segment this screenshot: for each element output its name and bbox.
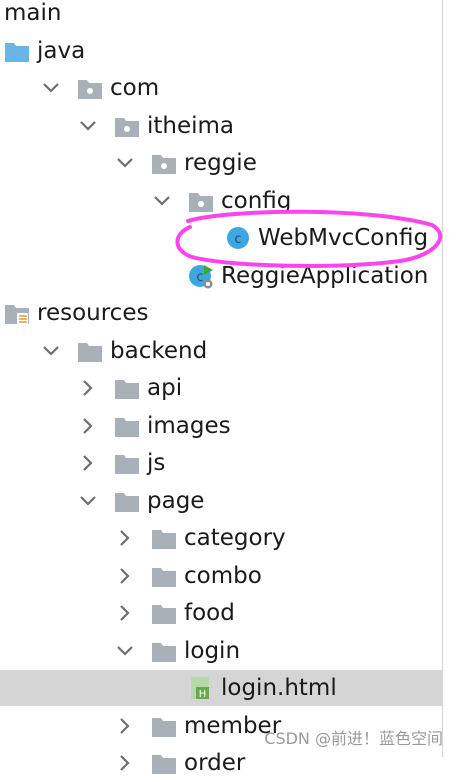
tree-item-label: category bbox=[184, 525, 286, 551]
chevron-right-icon[interactable] bbox=[78, 453, 98, 473]
tree-item-label: api bbox=[147, 375, 183, 401]
tree-item-label: combo bbox=[184, 562, 262, 589]
svg-text:c: c bbox=[234, 232, 241, 247]
tree-row[interactable]: api bbox=[0, 370, 442, 406]
spring-boot-app-icon: c bbox=[188, 263, 214, 289]
tree-row[interactable]: main bbox=[0, 0, 442, 31]
tree-item-label: page bbox=[147, 487, 205, 514]
tree-row[interactable]: c WebMvcConfig bbox=[0, 220, 442, 256]
tree-row[interactable]: food bbox=[0, 595, 442, 631]
chevron-right-icon[interactable] bbox=[115, 716, 135, 736]
tree-row[interactable]: images bbox=[0, 408, 442, 444]
svg-text:c: c bbox=[196, 270, 203, 285]
tree-row[interactable]: itheima bbox=[0, 108, 442, 144]
chevron-right-icon[interactable] bbox=[78, 378, 98, 398]
folder-icon bbox=[151, 750, 177, 776]
tree-row[interactable]: combo bbox=[0, 558, 442, 594]
tree-row[interactable]: order bbox=[0, 745, 442, 781]
tree-item-label: js bbox=[147, 450, 166, 476]
java-class-icon: c bbox=[225, 225, 251, 251]
chevron-down-icon[interactable] bbox=[78, 491, 98, 511]
chevron-down-icon[interactable] bbox=[115, 153, 135, 173]
chevron-down-icon[interactable] bbox=[115, 641, 135, 661]
tree-item-label: login bbox=[184, 637, 241, 664]
folder-icon bbox=[114, 450, 140, 476]
folder-icon bbox=[151, 600, 177, 626]
chevron-right-icon[interactable] bbox=[115, 603, 135, 623]
chevron-right-icon[interactable] bbox=[115, 566, 135, 586]
folder-icon bbox=[151, 713, 177, 739]
tree-item-label: login.html bbox=[221, 675, 337, 701]
tree-item-label: com bbox=[110, 75, 160, 101]
panel-divider[interactable] bbox=[442, 0, 443, 757]
chevron-down-icon[interactable] bbox=[152, 191, 172, 211]
tree-row[interactable]: resources bbox=[0, 295, 442, 331]
tree-item-label: itheima bbox=[147, 112, 235, 139]
tree-row[interactable]: backend bbox=[0, 333, 442, 369]
tree-row[interactable]: login bbox=[0, 633, 442, 669]
html-file-icon: H bbox=[188, 675, 214, 701]
folder-icon bbox=[114, 375, 140, 401]
package-icon bbox=[114, 113, 140, 139]
tree-row[interactable]: c ReggieApplication bbox=[0, 258, 442, 294]
folder-icon bbox=[151, 525, 177, 551]
tree-row[interactable]: page bbox=[0, 483, 442, 519]
tree-item-label: resources bbox=[37, 300, 149, 326]
tree-item-label: food bbox=[184, 600, 235, 626]
tree-item-label: images bbox=[147, 412, 231, 439]
tree-row[interactable]: Hlogin.html bbox=[0, 670, 442, 706]
chevron-right-icon[interactable] bbox=[78, 416, 98, 436]
watermark: CSDN @前进！蓝色空间 bbox=[264, 729, 443, 748]
folder-icon bbox=[151, 563, 177, 589]
tree-row[interactable]: config bbox=[0, 183, 442, 219]
tree-item-label: WebMvcConfig bbox=[258, 225, 429, 251]
tree-item-label: ReggieApplication bbox=[221, 262, 429, 289]
folder-icon bbox=[151, 638, 177, 664]
tree-item-label: order bbox=[184, 750, 246, 776]
tree-row[interactable]: com bbox=[0, 70, 442, 106]
tree-item-label: backend bbox=[110, 337, 208, 364]
tree-item-label: java bbox=[37, 37, 86, 64]
folder-icon bbox=[114, 413, 140, 439]
tree-item-label: main bbox=[4, 0, 62, 26]
folder-icon bbox=[77, 338, 103, 364]
tree-item-label: reggie bbox=[184, 150, 257, 176]
package-icon bbox=[151, 150, 177, 176]
resources-folder-icon bbox=[4, 300, 30, 326]
tree-row[interactable]: category bbox=[0, 520, 442, 556]
package-icon bbox=[188, 188, 214, 214]
svg-text:H: H bbox=[199, 689, 207, 700]
chevron-down-icon[interactable] bbox=[41, 78, 61, 98]
chevron-right-icon[interactable] bbox=[115, 753, 135, 773]
tree-row[interactable]: reggie bbox=[0, 145, 442, 181]
chevron-right-icon[interactable] bbox=[115, 528, 135, 548]
tree-row[interactable]: java bbox=[0, 33, 442, 69]
folder-icon bbox=[114, 488, 140, 514]
tree-item-label: config bbox=[221, 187, 292, 214]
chevron-down-icon[interactable] bbox=[41, 341, 61, 361]
chevron-down-icon[interactable] bbox=[78, 116, 98, 136]
tree-row[interactable]: js bbox=[0, 445, 442, 481]
package-icon bbox=[77, 75, 103, 101]
source-folder-icon bbox=[4, 38, 30, 64]
